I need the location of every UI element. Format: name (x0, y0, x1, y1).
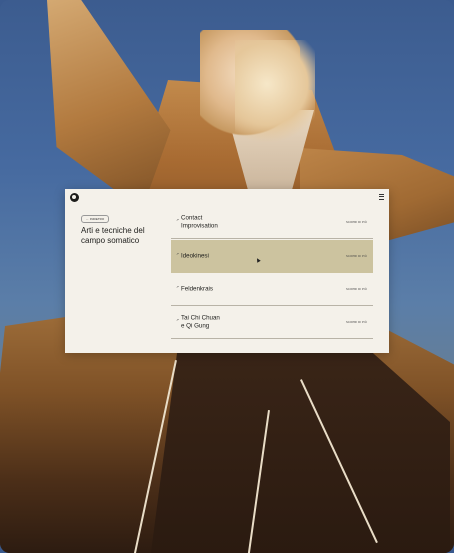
dancer-hair (235, 40, 315, 150)
arrow-icon: ↗ (176, 218, 179, 222)
discover-more-link[interactable]: SCOPRI DI PIÙ (346, 220, 367, 224)
discover-more-link[interactable]: SCOPRI DI PIÙ (346, 254, 367, 258)
menu-icon[interactable] (379, 194, 384, 200)
arrow-icon: ↗ (176, 318, 179, 322)
discipline-list: ↗ Contact Improvisation SCOPRI DI PIÙ ↗ … (171, 206, 373, 339)
list-item-label: Feldenkrais (181, 285, 213, 293)
list-item-label: Contact Improvisation (181, 214, 218, 230)
list-item-label: Tai Chi Chuan e Qi Gung (181, 314, 220, 330)
discover-more-link[interactable]: SCOPRI DI PIÙ (346, 320, 367, 324)
back-button[interactable]: ← INDIETRO (81, 215, 110, 223)
page-title: Arti e tecniche del campo somatico (81, 226, 145, 245)
list-item[interactable]: ↗ Tai Chi Chuan e Qi Gung SCOPRI DI PIÙ (171, 306, 373, 339)
discover-more-link[interactable]: SCOPRI DI PIÙ (346, 287, 367, 291)
arrow-icon: ↗ (176, 285, 179, 289)
list-item-active[interactable]: ↗ Ideokinesi SCOPRI DI PIÙ (171, 240, 373, 273)
site-window: ← INDIETRO Arti e tecniche del campo som… (65, 189, 389, 353)
arrow-icon: ↗ (176, 252, 179, 256)
list-item[interactable]: ↗ Feldenkrais SCOPRI DI PIÙ (171, 273, 373, 306)
logo-icon[interactable] (70, 193, 79, 202)
list-item[interactable]: ↗ Contact Improvisation SCOPRI DI PIÙ (171, 206, 373, 239)
